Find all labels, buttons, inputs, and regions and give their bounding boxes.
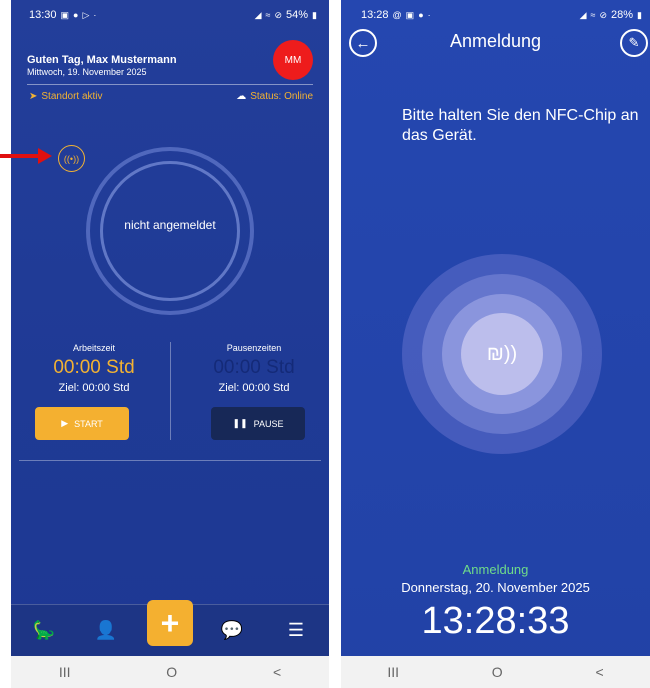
dino-icon[interactable]: 🦕	[29, 615, 59, 645]
recent-apps-icon[interactable]: III	[59, 664, 71, 680]
column-divider	[170, 342, 171, 440]
back-icon[interactable]: <	[595, 664, 603, 680]
status-bar: 13:28 @ ▣ ● · ◢ ≈ ⊘ 28% ▮	[341, 0, 650, 30]
dnd-icon: ⊘	[274, 9, 283, 20]
recent-apps-icon[interactable]: III	[387, 664, 399, 680]
greeting-block: Guten Tag, Max Mustermann Mittwoch, 19. …	[27, 54, 177, 77]
pause-time-panel: Pausenzeiten 00:00 Std Ziel: 00:00 Std	[179, 343, 329, 394]
start-button[interactable]: ▶ START	[35, 407, 129, 440]
wifi-icon: ≈	[590, 10, 596, 20]
greeting-date: Mittwoch, 19. November 2025	[27, 67, 147, 77]
at-icon: @	[392, 10, 402, 20]
pause-label: PAUSE	[253, 418, 284, 429]
avatar-initials: MM	[284, 54, 302, 66]
pause-goal: Ziel: 00:00 Std	[218, 382, 290, 394]
login-status-label: nicht angemeldet	[124, 218, 216, 232]
screenshot-composite: 13:30 ▣ ● ▷ · ◢ ≈ ⊘ 54% ▮ Guten Tag, Max…	[0, 0, 650, 688]
work-goal: Ziel: 00:00 Std	[58, 382, 130, 394]
user-clock-icon[interactable]: 👤	[91, 615, 121, 645]
play-icon: ▷	[82, 9, 90, 20]
battery-icon: ▮	[312, 9, 317, 20]
signal-icon: ◢	[579, 9, 587, 20]
status-bar: 13:30 ▣ ● ▷ · ◢ ≈ ⊘ 54% ▮	[11, 0, 329, 30]
image-icon: ▣	[60, 9, 70, 20]
nfc-instruction: Bitte halten Sie den NFC-Chip an das Ger…	[402, 107, 639, 144]
back-icon[interactable]: <	[273, 664, 281, 680]
chat-icon[interactable]: 💬	[217, 615, 247, 645]
add-icon[interactable]: +	[147, 600, 193, 646]
location-arrow-icon: ➤	[29, 91, 38, 102]
home-icon[interactable]: O	[492, 664, 503, 680]
battery-level: 28%	[611, 9, 634, 21]
location-pin-icon: ●	[418, 10, 424, 20]
dnd-icon: ⊘	[599, 9, 608, 20]
menu-icon[interactable]: ☰	[281, 615, 311, 645]
dot-icon: ·	[93, 10, 97, 20]
divider	[19, 460, 321, 461]
page-title: Anmeldung	[449, 31, 542, 51]
avatar[interactable]: MM	[273, 40, 313, 80]
flashlight-icon: ✎	[628, 35, 640, 50]
annotation-arrow	[0, 148, 56, 164]
battery-icon: ▮	[637, 9, 642, 20]
system-navigation: III O <	[341, 656, 650, 688]
online-status: ☁ Status: Online	[236, 91, 313, 102]
greeting-name: Guten Tag, Max Mustermann	[27, 54, 177, 66]
current-time: 13:28:33	[421, 600, 570, 642]
cloud-icon: ☁	[236, 91, 247, 102]
pause-time-value: 00:00 Std	[213, 357, 295, 378]
wifi-icon: ≈	[265, 10, 271, 20]
phone-dashboard: 13:30 ▣ ● ▷ · ◢ ≈ ⊘ 54% ▮ Guten Tag, Max…	[11, 0, 329, 688]
work-caption: Arbeitszeit	[72, 343, 116, 353]
phone-nfc-login: 13:28 @ ▣ ● · ◢ ≈ ⊘ 28% ▮ ← Anmeldung ✎ …	[341, 0, 650, 688]
pause-caption: Pausenzeiten	[226, 343, 282, 353]
divider	[27, 84, 313, 85]
dot-icon: ·	[427, 10, 431, 20]
work-time-panel: Arbeitszeit 00:00 Std Ziel: 00:00 Std	[19, 343, 169, 394]
start-label: START	[74, 418, 103, 429]
status-time: 13:28	[361, 9, 389, 21]
nfc-icon: ₪))	[461, 313, 543, 395]
flashlight-button[interactable]: ✎	[620, 29, 648, 57]
nfc-icon[interactable]: ((•))	[58, 145, 85, 172]
status-text: Status: Online	[250, 91, 313, 102]
mode-label: Anmeldung	[462, 562, 529, 577]
work-time-value: 00:00 Std	[53, 357, 135, 378]
play-icon: ▶	[61, 418, 69, 428]
bottom-navbar: 🦕 👤 + 💬 ☰	[11, 600, 329, 656]
signal-icon: ◢	[254, 9, 262, 20]
location-status: ➤ Standort aktiv	[29, 91, 103, 102]
status-time: 13:30	[29, 9, 57, 21]
location-text: Standort aktiv	[41, 91, 103, 102]
pause-button[interactable]: ❚❚ PAUSE	[211, 407, 305, 440]
pause-icon: ❚❚	[232, 418, 248, 428]
home-icon[interactable]: O	[166, 664, 177, 680]
system-navigation: III O <	[11, 656, 329, 688]
image-icon: ▣	[405, 9, 415, 20]
current-date: Donnerstag, 20. November 2025	[401, 580, 590, 595]
battery-level: 54%	[286, 9, 309, 21]
location-pin-icon: ●	[73, 10, 79, 20]
